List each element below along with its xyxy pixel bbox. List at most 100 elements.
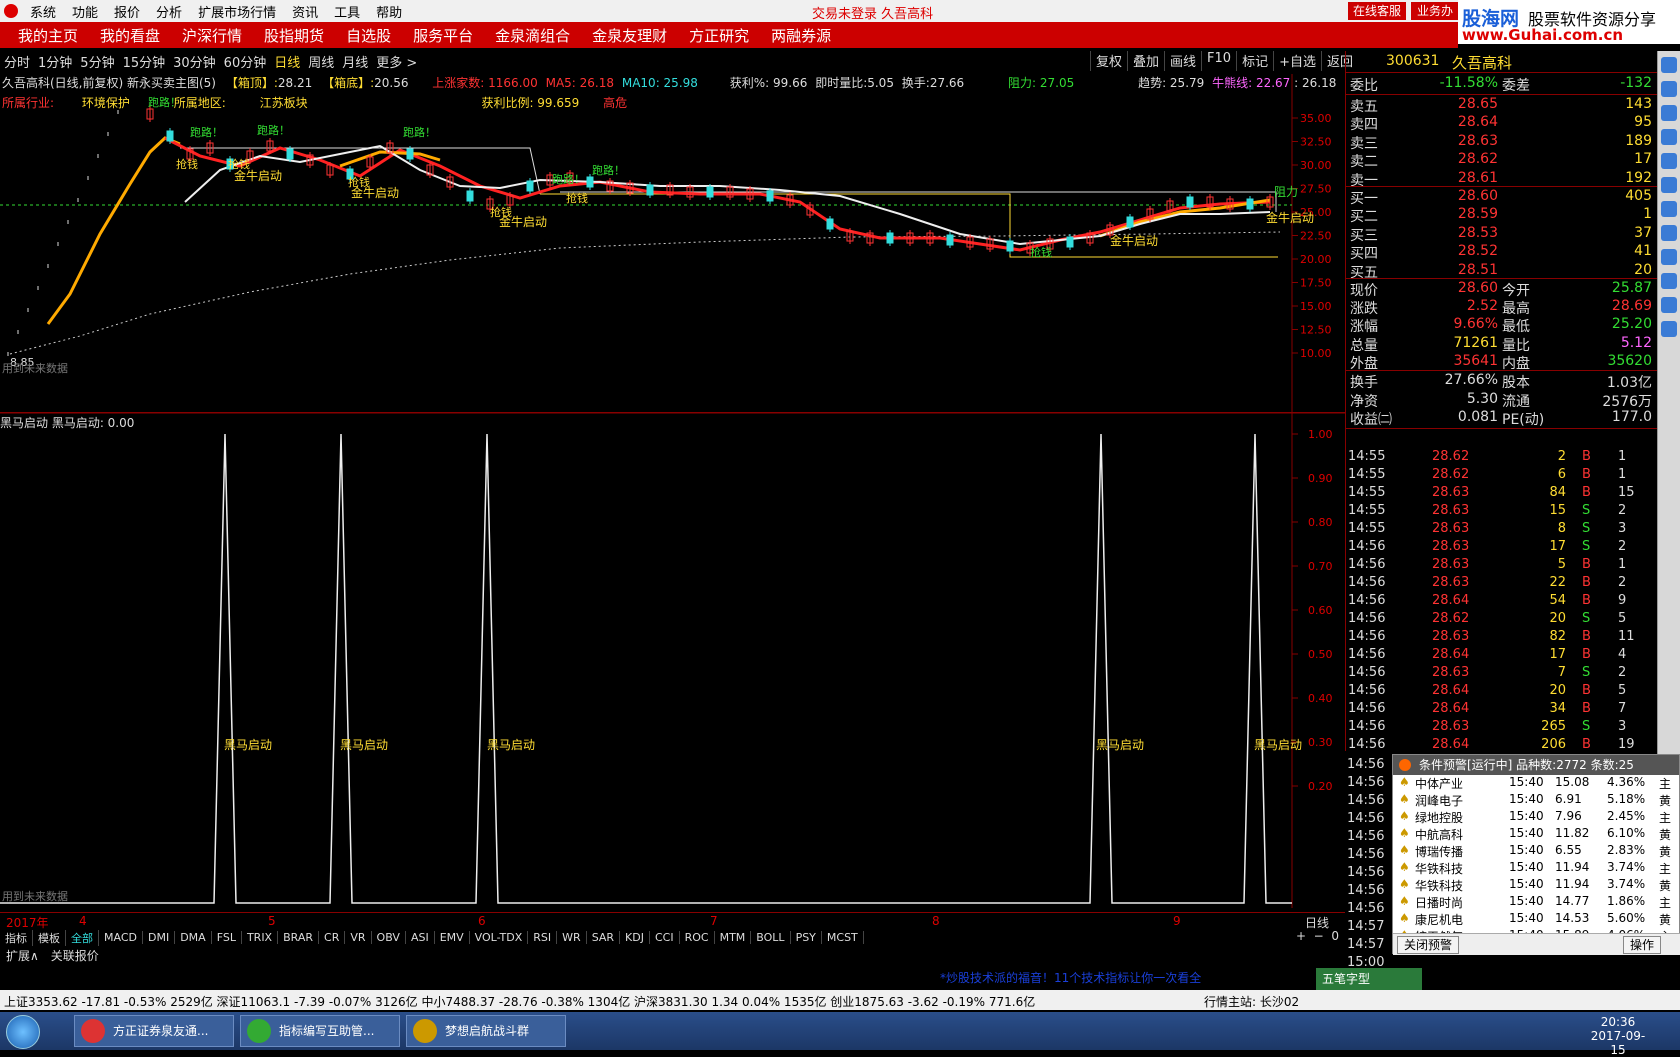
nav-futures[interactable]: 股指期货 <box>253 25 335 46</box>
indicator-tab-18[interactable]: KDJ <box>620 931 650 944</box>
signal-grab-3: 抢钱 <box>348 175 370 189</box>
indicator-tab-21[interactable]: MTM <box>715 931 752 944</box>
overlay-button[interactable]: 叠加 <box>1127 51 1164 71</box>
indicator-tab-22[interactable]: BOLL <box>751 931 791 944</box>
bids-row-4: 买五 28.51 20 <box>1346 262 1658 281</box>
tick-time-extra: 14:56 <box>1347 793 1385 808</box>
taskbar-app-2[interactable]: 指标编写互助管... <box>240 1015 400 1047</box>
menu-help[interactable]: 帮助 <box>368 2 410 21</box>
indicator-tab-6[interactable]: FSL <box>212 931 242 944</box>
alert-row[interactable]: ♠ 康尼机电 15:40 14.53 5.60% 黄 <box>1393 911 1679 928</box>
sidebar-tool-icon-10[interactable] <box>1661 273 1677 289</box>
alert-row[interactable]: ♠ 日播时尚 15:40 14.77 1.86% 主 <box>1393 894 1679 911</box>
alert-action-button[interactable]: 操作 <box>1623 936 1662 954</box>
sidebar-tool-icon-1[interactable] <box>1661 57 1677 73</box>
menu-quote[interactable]: 报价 <box>106 2 148 21</box>
indicator-tab-7[interactable]: TRIX <box>242 931 279 944</box>
draw-line-button[interactable]: 画线 <box>1164 51 1201 71</box>
sidebar-tool-icon-4[interactable] <box>1661 129 1677 145</box>
indicator-tab-14[interactable]: VOL-TDX <box>470 931 529 944</box>
period-more[interactable]: 更多 > <box>372 52 421 71</box>
alert-row[interactable]: ♠ 中体产业 15:40 15.08 4.36% 主 <box>1393 775 1679 792</box>
period-1m[interactable]: 1分钟 <box>34 52 76 71</box>
period-30m[interactable]: 30分钟 <box>169 52 220 71</box>
start-button[interactable] <box>6 1015 40 1049</box>
sidebar-tool-icon-11[interactable] <box>1661 297 1677 313</box>
zoom-controls[interactable]: + − 0 <box>1296 929 1339 943</box>
indicator-tab-23[interactable]: PSY <box>791 931 822 944</box>
indicator-tab-12[interactable]: ASI <box>406 931 435 944</box>
f10-button[interactable]: F10 <box>1201 51 1236 71</box>
menu-tools[interactable]: 工具 <box>326 2 368 21</box>
menu-news[interactable]: 资讯 <box>284 2 326 21</box>
indicator-tab-9[interactable]: CR <box>319 931 346 944</box>
tick-time-extra: 14:57 <box>1347 937 1385 952</box>
online-service-button[interactable]: 在线客服 <box>1348 2 1406 20</box>
indicator-tab-13[interactable]: EMV <box>435 931 470 944</box>
sidebar-tool-icon-7[interactable] <box>1661 201 1677 217</box>
indicator-tab-10[interactable]: VR <box>345 931 372 944</box>
kline-main-chart[interactable]: 35.0032.5030.0027.5025.0022.5020.0017.50… <box>0 74 1345 414</box>
nav-portfolio[interactable]: 金泉滴组合 <box>484 25 581 46</box>
alert-row[interactable]: ♠ 华铁科技 15:40 11.94 3.74% 主 <box>1393 860 1679 877</box>
nav-hushen[interactable]: 沪深行情 <box>171 25 253 46</box>
close-alert-button[interactable]: 关闭预警 <box>1397 936 1460 954</box>
nav-home[interactable]: 我的主页 <box>0 25 89 46</box>
taskbar-app-1[interactable]: 方正证券泉友通... <box>74 1015 234 1047</box>
indicator-tab-3[interactable]: MACD <box>99 931 143 944</box>
indicator-tab-11[interactable]: OBV <box>372 931 406 944</box>
indicator-tab-5[interactable]: DMA <box>175 931 212 944</box>
business-button[interactable]: 业务办 <box>1411 2 1459 20</box>
indicator-tab-19[interactable]: CCI <box>650 931 680 944</box>
ad-banner[interactable]: *炒股技术派的福音！11个技术指标让你一次看全 <box>940 969 1201 986</box>
period-60m[interactable]: 60分钟 <box>220 52 271 71</box>
nav-finance[interactable]: 金泉友理财 <box>581 25 678 46</box>
alert-row[interactable]: ♠ 绿地控股 15:40 7.96 2.45% 主 <box>1393 809 1679 826</box>
alert-row[interactable]: ♠ 华铁科技 15:40 11.94 3.74% 黄 <box>1393 877 1679 894</box>
sidebar-tool-icon-12[interactable] <box>1661 321 1677 337</box>
alert-row[interactable]: ♠ 博瑞传播 15:40 6.55 2.83% 黄 <box>1393 843 1679 860</box>
indicator-subchart[interactable]: 1.00 0.90 0.80 0.70 0.60 0.50 0.40 0.30 0.20 黑马启… <box>0 412 1345 908</box>
menu-analysis[interactable]: 分析 <box>148 2 190 21</box>
restore-rights-button[interactable]: 复权 <box>1090 51 1127 71</box>
sidebar-tool-icon-2[interactable] <box>1661 81 1677 97</box>
indicator-tab-15[interactable]: RSI <box>528 931 558 944</box>
alert-row[interactable]: ♠ 润峰电子 15:40 6.91 5.18% 黄 <box>1393 792 1679 809</box>
indicator-tab-8[interactable]: BRAR <box>278 931 320 944</box>
indicator-tab-24[interactable]: MCST <box>822 931 864 944</box>
indicator-tab-16[interactable]: WR <box>557 931 587 944</box>
period-5m[interactable]: 5分钟 <box>76 52 118 71</box>
nav-research[interactable]: 方正研究 <box>678 25 760 46</box>
nav-margin[interactable]: 两融券源 <box>760 25 842 46</box>
menu-function[interactable]: 功能 <box>64 2 106 21</box>
sidebar-tool-icon-8[interactable] <box>1661 225 1677 241</box>
alert-popup-header[interactable]: 条件预警[运行中] 品种数:2772 条数:25 <box>1393 755 1679 775</box>
related-quote[interactable]: 关联报价 <box>45 947 105 963</box>
ext-toggle[interactable]: 扩展∧ <box>0 947 45 963</box>
period-month[interactable]: 月线 <box>338 52 372 71</box>
indicator-tab-4[interactable]: DMI <box>143 931 176 944</box>
indicator-tab-1[interactable]: 模板 <box>33 929 66 946</box>
mark-button[interactable]: 标记 <box>1236 51 1273 71</box>
alert-row[interactable]: ♠ 中航高科 15:40 11.82 6.10% 黄 <box>1393 826 1679 843</box>
indicator-tab-2[interactable]: 全部 <box>66 929 99 946</box>
sidebar-tool-icon-5[interactable] <box>1661 153 1677 169</box>
indicator-tab-20[interactable]: ROC <box>680 931 715 944</box>
nav-watch[interactable]: 我的看盘 <box>89 25 171 46</box>
period-week[interactable]: 周线 <box>304 52 338 71</box>
period-day[interactable]: 日线 <box>270 52 304 71</box>
sidebar-tool-icon-9[interactable] <box>1661 249 1677 265</box>
sidebar-tool-icon-3[interactable] <box>1661 105 1677 121</box>
indicator-tab-17[interactable]: SAR <box>587 931 621 944</box>
sidebar-tool-icon-6[interactable] <box>1661 177 1677 193</box>
nav-service[interactable]: 服务平台 <box>402 25 484 46</box>
period-tick[interactable]: 分时 <box>0 52 34 71</box>
nav-watchlist[interactable]: 自选股 <box>335 25 402 46</box>
taskbar-app-3[interactable]: 梦想启航战斗群 <box>406 1015 566 1047</box>
period-15m[interactable]: 15分钟 <box>119 52 170 71</box>
add-watchlist-button[interactable]: +自选 <box>1273 51 1321 71</box>
system-clock[interactable]: 20:36 2017-09-15 <box>1588 1015 1648 1057</box>
menu-ext-market[interactable]: 扩展市场行情 <box>190 2 284 21</box>
menu-system[interactable]: 系统 <box>22 2 64 21</box>
indicator-tab-0[interactable]: 指标 <box>0 929 33 946</box>
